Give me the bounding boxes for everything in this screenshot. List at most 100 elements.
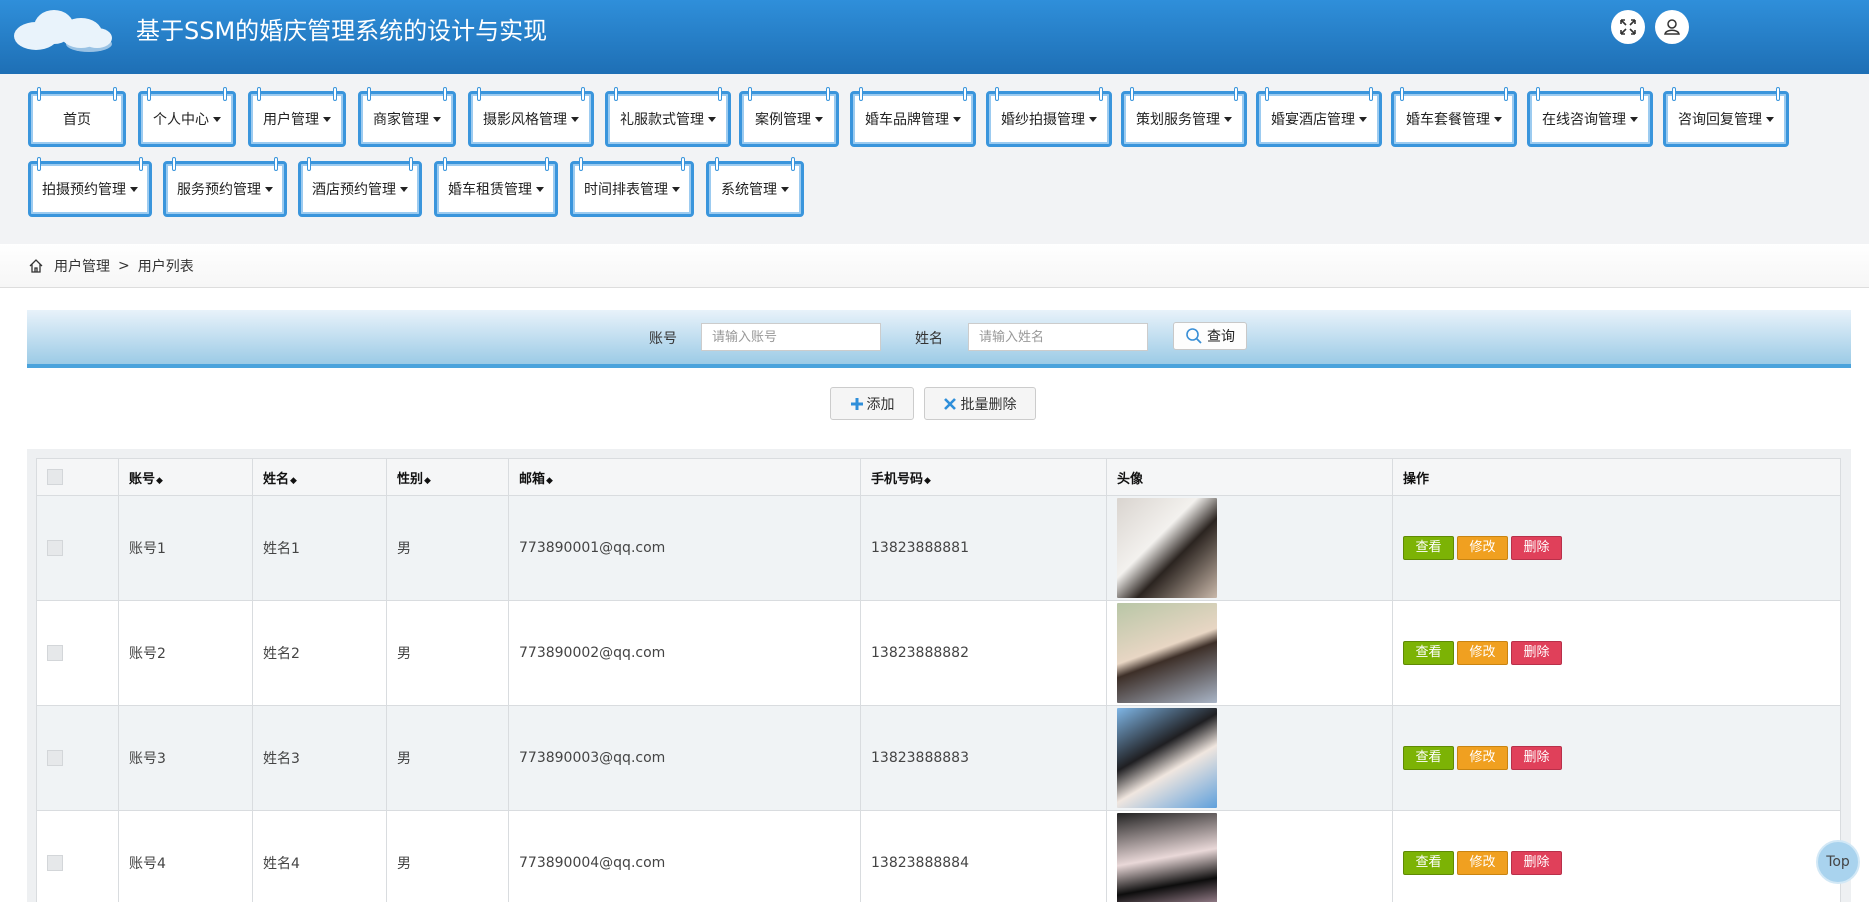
pin-decoration	[995, 87, 999, 101]
nav-item-row1-4[interactable]: 摄影风格管理	[468, 87, 594, 147]
row-checkbox[interactable]	[47, 855, 63, 871]
column-gender[interactable]: 性别◆	[386, 458, 509, 496]
column-phone[interactable]: 手机号码◆	[860, 458, 1107, 496]
nav-item-row1-7[interactable]: 婚车品牌管理	[850, 87, 976, 147]
nav-item-row1-5[interactable]: 礼服款式管理	[605, 87, 731, 147]
nav-item-row1-10[interactable]: 婚宴酒店管理	[1256, 87, 1382, 147]
pin-decoration	[1265, 87, 1269, 101]
cell-gender: 男	[386, 495, 509, 601]
user-menu-button[interactable]	[1655, 10, 1689, 44]
batch-delete-button[interactable]: 批量删除	[924, 387, 1036, 420]
column-email[interactable]: 邮箱◆	[508, 458, 861, 496]
cell-account: 账号2	[118, 600, 253, 706]
column-account[interactable]: 账号◆	[118, 458, 253, 496]
row-checkbox[interactable]	[47, 750, 63, 766]
batch-delete-label: 批量删除	[960, 396, 1017, 413]
pin-decoration	[333, 87, 337, 101]
nav-item-row2-4[interactable]: 时间排表管理	[570, 157, 694, 217]
nav-item-row2-2[interactable]: 酒店预约管理	[298, 157, 422, 217]
nav-item-label: 策划服务管理	[1136, 112, 1220, 128]
delete-button[interactable]: 删除	[1511, 746, 1562, 770]
nav-item-row2-5[interactable]: 系统管理	[706, 157, 804, 217]
name-value: 姓名1	[263, 541, 300, 557]
row-checkbox[interactable]	[47, 540, 63, 556]
cell-account: 账号1	[118, 495, 253, 601]
nav-item-label: 用户管理	[263, 112, 319, 128]
nav-item-label: 首页	[63, 112, 91, 128]
column-name[interactable]: 姓名◆	[252, 458, 387, 496]
sort-icon[interactable]: ◆	[290, 476, 297, 486]
delete-button[interactable]: 删除	[1511, 641, 1562, 665]
nav-item-row1-1[interactable]: 个人中心	[138, 87, 236, 147]
nav-item-row1-6[interactable]: 案例管理	[739, 87, 839, 147]
pin-decoration	[147, 87, 151, 101]
row-checkbox[interactable]	[47, 645, 63, 661]
pin-decoration	[443, 87, 447, 101]
account-search-input[interactable]	[701, 323, 881, 351]
view-button[interactable]: 查看	[1403, 746, 1454, 770]
home-icon[interactable]	[28, 258, 44, 274]
view-button[interactable]: 查看	[1403, 536, 1454, 560]
column-avatar: 头像	[1106, 458, 1393, 496]
nav-item-row1-0[interactable]: 首页	[28, 87, 126, 147]
cell-avatar	[1106, 810, 1393, 902]
nav-item-row1-2[interactable]: 用户管理	[248, 87, 346, 147]
nav-item-label: 系统管理	[721, 182, 777, 198]
nav-item-row1-13[interactable]: 咨询回复管理	[1663, 87, 1789, 147]
delete-button[interactable]: 删除	[1511, 536, 1562, 560]
caret-down-icon	[213, 116, 221, 122]
pin-decoration	[579, 157, 583, 171]
gender-value: 男	[397, 541, 411, 557]
fullscreen-button[interactable]	[1611, 10, 1645, 44]
edit-button[interactable]: 修改	[1457, 536, 1508, 560]
view-button[interactable]: 查看	[1403, 641, 1454, 665]
breadcrumb-parent[interactable]: 用户管理	[54, 256, 110, 276]
search-button[interactable]: 查询	[1173, 322, 1247, 350]
checkbox-cell	[36, 810, 119, 902]
nav-item-label: 婚车品牌管理	[865, 112, 949, 128]
sort-icon[interactable]: ◆	[924, 476, 931, 486]
sort-icon[interactable]: ◆	[546, 476, 553, 486]
email-value: 773890003@qq.com	[519, 750, 666, 766]
caret-down-icon	[781, 186, 789, 192]
pin-decoration	[791, 157, 795, 171]
nav-item-row1-9[interactable]: 策划服务管理	[1121, 87, 1247, 147]
name-value: 姓名4	[263, 856, 300, 872]
nav-item-row2-1[interactable]: 服务预约管理	[163, 157, 287, 217]
phone-value: 13823888882	[871, 645, 969, 661]
nav-item-row1-3[interactable]: 商家管理	[358, 87, 456, 147]
breadcrumb-current: 用户列表	[137, 258, 194, 275]
breadcrumb-separator: >	[118, 257, 130, 274]
delete-button[interactable]: 删除	[1511, 851, 1562, 875]
nav-item-row2-3[interactable]: 婚车租赁管理	[434, 157, 558, 217]
name-value: 姓名3	[263, 751, 300, 767]
pin-decoration	[1504, 87, 1508, 101]
nav-item-label: 咨询回复管理	[1678, 112, 1762, 128]
nav-item-row1-8[interactable]: 婚纱拍摄管理	[986, 87, 1112, 147]
pin-decoration	[257, 87, 261, 101]
name-label: 姓名	[915, 331, 943, 347]
edit-button[interactable]: 修改	[1457, 746, 1508, 770]
pin-decoration	[37, 87, 41, 101]
column-ops: 操作	[1392, 458, 1841, 496]
pin-decoration	[715, 157, 719, 171]
phone-value: 13823888881	[871, 540, 969, 556]
nav-item-row1-11[interactable]: 婚车套餐管理	[1391, 87, 1517, 147]
name-search-input[interactable]	[968, 323, 1148, 351]
edit-button[interactable]: 修改	[1457, 851, 1508, 875]
sort-icon[interactable]: ◆	[156, 476, 163, 486]
checkbox-cell	[36, 600, 119, 706]
cell-gender: 男	[386, 810, 509, 902]
view-button[interactable]: 查看	[1403, 851, 1454, 875]
pin-decoration	[545, 157, 549, 171]
nav-item-row1-12[interactable]: 在线咨询管理	[1527, 87, 1653, 147]
back-to-top-button[interactable]: Top	[1816, 840, 1860, 884]
select-all-checkbox[interactable]	[47, 469, 63, 485]
pin-decoration	[1536, 87, 1540, 101]
nav-item-row2-0[interactable]: 拍摄预约管理	[28, 157, 152, 217]
caret-down-icon	[672, 186, 680, 192]
pin-decoration	[1369, 87, 1373, 101]
edit-button[interactable]: 修改	[1457, 641, 1508, 665]
sort-icon[interactable]: ◆	[424, 476, 431, 486]
add-button[interactable]: 添加	[830, 387, 914, 420]
